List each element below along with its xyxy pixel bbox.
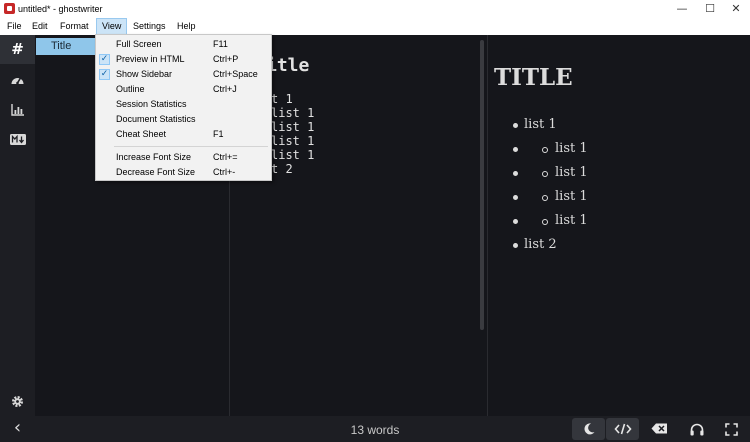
menu-item-label: Decrease Font Size (116, 167, 196, 177)
menu-item-shortcut: Ctrl+Space (213, 69, 258, 79)
editor-line: list 1 (271, 106, 315, 120)
icon-rail: # (0, 35, 35, 416)
bullet-circle (542, 195, 548, 201)
menu-item-full-screen[interactable]: Full Screen F11 (96, 37, 271, 52)
preview-list-item: list 1 (555, 165, 588, 180)
editor-line: list 1 (271, 120, 315, 134)
menu-item-label: Cheat Sheet (116, 129, 167, 139)
menu-item-label: Preview in HTML (116, 54, 185, 64)
minimize-button[interactable]: — (668, 0, 696, 18)
view-menu-dropdown: Full Screen F11 ✓ Preview in HTML Ctrl+P… (95, 34, 272, 181)
preview-list-item: list 1 (555, 189, 588, 204)
menu-item-decrease-font-size[interactable]: Decrease Font Size Ctrl+- (96, 165, 271, 180)
editor-heading: itle (266, 55, 310, 76)
menu-item-increase-font-size[interactable]: Increase Font Size Ctrl+= (96, 150, 271, 165)
menu-item-label: Show Sidebar (116, 69, 173, 79)
html-preview-toggle-icon[interactable] (606, 418, 639, 440)
dark-mode-icon[interactable] (572, 418, 605, 440)
title-bar: untitled* - ghostwriter — ☐ ✕ (0, 0, 750, 18)
menu-item-label: Session Statistics (116, 99, 187, 109)
close-button[interactable]: ✕ (722, 0, 750, 18)
bullet-disc (513, 195, 518, 200)
menu-item-preview-in-html[interactable]: ✓ Preview in HTML Ctrl+P (96, 52, 271, 67)
menu-edit[interactable]: Edit (27, 18, 53, 35)
maximize-button[interactable]: ☐ (696, 0, 724, 18)
editor-line: t 2 (271, 162, 293, 176)
menu-item-label: Document Statistics (116, 114, 196, 124)
bullet-disc (513, 243, 518, 248)
menu-item-shortcut: Ctrl+J (213, 84, 237, 94)
menu-item-session-statistics[interactable]: Session Statistics (96, 97, 271, 112)
hemingway-mode-icon[interactable] (643, 418, 676, 440)
fullscreen-icon[interactable] (715, 418, 748, 440)
status-bar: ‹ 13 words (0, 416, 750, 442)
preview-list-item: list 1 (555, 213, 588, 228)
menu-item-shortcut: Ctrl+P (213, 54, 239, 64)
menu-settings[interactable]: Settings (128, 18, 171, 35)
menu-help[interactable]: Help (172, 18, 201, 35)
outline-item-title[interactable]: Title (36, 38, 98, 55)
bullet-disc (513, 171, 518, 176)
menu-item-shortcut: F1 (213, 129, 224, 139)
headphones-icon[interactable] (680, 418, 713, 440)
menu-item-outline[interactable]: Outline Ctrl+J (96, 82, 271, 97)
menu-item-shortcut: Ctrl+- (213, 167, 236, 177)
bullet-circle (542, 147, 548, 153)
menu-separator (114, 146, 268, 147)
menu-item-label: Outline (116, 84, 145, 94)
menu-item-shortcut: F11 (213, 39, 228, 49)
hash-icon[interactable]: # (0, 35, 35, 64)
checkmark-icon: ✓ (99, 69, 110, 80)
editor-line: list 1 (271, 148, 315, 162)
gauge-icon[interactable] (0, 65, 35, 94)
editor-line: t 1 (271, 92, 293, 106)
window-title: untitled* - ghostwriter (18, 4, 103, 14)
editor-line: list 1 (271, 134, 315, 148)
menu-format[interactable]: Format (55, 18, 94, 35)
app-icon (4, 3, 15, 14)
html-preview: TITLE list 1 list 1 list 1 list 1 list 1… (489, 35, 750, 416)
bullet-circle (542, 219, 548, 225)
preview-heading: TITLE (494, 64, 573, 91)
bar-chart-icon[interactable] (0, 95, 35, 124)
bullet-disc (513, 219, 518, 224)
editor-scrollbar[interactable] (480, 40, 484, 330)
menu-item-shortcut: Ctrl+= (213, 152, 238, 162)
menu-view[interactable]: View (96, 18, 128, 35)
gear-icon[interactable] (0, 387, 35, 416)
bullet-circle (542, 171, 548, 177)
bullet-disc (513, 147, 518, 152)
menu-item-label: Full Screen (116, 39, 162, 49)
preview-list-item: list 2 (524, 237, 557, 252)
menu-item-cheat-sheet[interactable]: Cheat Sheet F1 (96, 127, 271, 142)
menu-item-document-statistics[interactable]: Document Statistics (96, 112, 271, 127)
markdown-icon[interactable] (0, 125, 35, 154)
menu-file[interactable]: File (2, 18, 27, 35)
preview-list-item: list 1 (524, 117, 557, 132)
menu-item-label: Increase Font Size (116, 152, 192, 162)
checkmark-icon: ✓ (99, 54, 110, 65)
menu-item-show-sidebar[interactable]: ✓ Show Sidebar Ctrl+Space (96, 67, 271, 82)
menu-bar: File Edit Format View Settings Help (0, 18, 750, 35)
preview-list-item: list 1 (555, 141, 588, 156)
bullet-disc (513, 123, 518, 128)
